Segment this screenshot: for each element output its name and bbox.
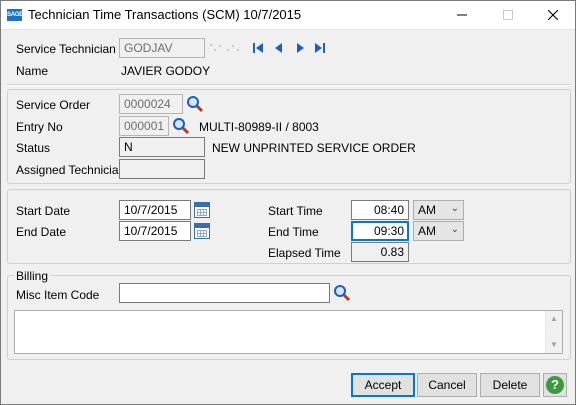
entry-no-label: Entry No (16, 120, 63, 134)
name-label: Name (16, 64, 49, 78)
sage-logo: SAGE (7, 9, 23, 21)
close-button[interactable] (530, 1, 575, 30)
minimize-button[interactable] (439, 1, 484, 30)
start-ampm-value: AM (418, 203, 436, 217)
next-record-icon[interactable] (293, 41, 307, 55)
maximize-icon (502, 10, 513, 20)
start-time-field[interactable]: 08:40 (351, 200, 409, 220)
start-ampm-select[interactable]: AM ⌄ (413, 200, 464, 220)
accept-button[interactable]: Accept (351, 373, 415, 397)
scroll-up-icon[interactable]: ▲ (546, 311, 562, 327)
delete-label: Delete (492, 378, 528, 392)
help-button[interactable]: ? (543, 373, 567, 397)
maximize-button (485, 1, 530, 30)
entry-description: MULTI-80989-II / 8003 (199, 120, 319, 134)
end-date-label: End Date (16, 225, 67, 239)
technician-field[interactable]: GODJAV (119, 38, 205, 58)
end-time-field[interactable]: 09:30 (351, 221, 409, 241)
start-date-calendar-icon[interactable] (194, 202, 210, 218)
cancel-button[interactable]: Cancel (417, 373, 477, 397)
minimize-icon (456, 14, 467, 16)
start-time-label: Start Time (268, 204, 323, 218)
service-order-field[interactable]: 0000024 (119, 94, 183, 114)
end-ampm-value: AM (418, 224, 436, 238)
lookup-dots-icon (210, 44, 239, 51)
help-icon: ? (546, 376, 564, 394)
status-label: Status (16, 141, 51, 155)
status-field: N (119, 137, 205, 157)
technician-label: Service Technician (16, 42, 116, 56)
status-description: NEW UNPRINTED SERVICE ORDER (212, 141, 416, 155)
delete-button[interactable]: Delete (480, 373, 540, 397)
chevron-down-icon: ⌄ (450, 203, 459, 214)
misc-item-code-field[interactable] (119, 283, 330, 303)
start-date-label: Start Date (16, 204, 71, 218)
accept-label: Accept (364, 378, 402, 392)
chevron-down-icon: ⌄ (450, 224, 459, 235)
end-time-label: End Time (268, 225, 319, 239)
name-value: JAVIER GODOY (121, 64, 211, 78)
start-date-field[interactable]: 10/7/2015 (119, 200, 191, 220)
title-bar: SAGE Technician Time Transactions (SCM) … (1, 1, 575, 30)
assigned-technician-field (119, 159, 205, 179)
misc-item-lookup-icon[interactable] (333, 284, 351, 302)
end-ampm-select[interactable]: AM ⌄ (413, 221, 464, 241)
service-order-label: Service Order (16, 98, 91, 112)
entry-no-lookup-icon[interactable] (172, 117, 190, 135)
comment-textarea[interactable]: ▲ ▼ (14, 310, 563, 354)
end-date-calendar-icon[interactable] (194, 223, 210, 239)
first-record-icon[interactable] (251, 41, 265, 55)
end-date-field[interactable]: 10/7/2015 (119, 221, 191, 241)
assigned-technician-label: Assigned Technician (16, 163, 126, 177)
comment-scrollbar[interactable]: ▲ ▼ (545, 311, 562, 353)
entry-no-field[interactable]: 000001 (119, 116, 169, 136)
elapsed-time-label: Elapsed Time (268, 246, 341, 260)
scroll-down-icon[interactable]: ▼ (546, 337, 562, 353)
previous-record-icon[interactable] (272, 41, 286, 55)
cancel-label: Cancel (428, 378, 466, 392)
elapsed-time-field: 0.83 (351, 242, 409, 262)
separator (7, 84, 571, 86)
close-icon (547, 9, 558, 21)
service-order-lookup-icon[interactable] (186, 95, 204, 113)
last-record-icon[interactable] (313, 41, 327, 55)
billing-group-label: Billing (14, 269, 51, 283)
misc-item-code-label: Misc Item Code (16, 288, 100, 302)
window-title: Technician Time Transactions (SCM) 10/7/… (28, 7, 302, 22)
window: SAGE Technician Time Transactions (SCM) … (0, 0, 576, 405)
